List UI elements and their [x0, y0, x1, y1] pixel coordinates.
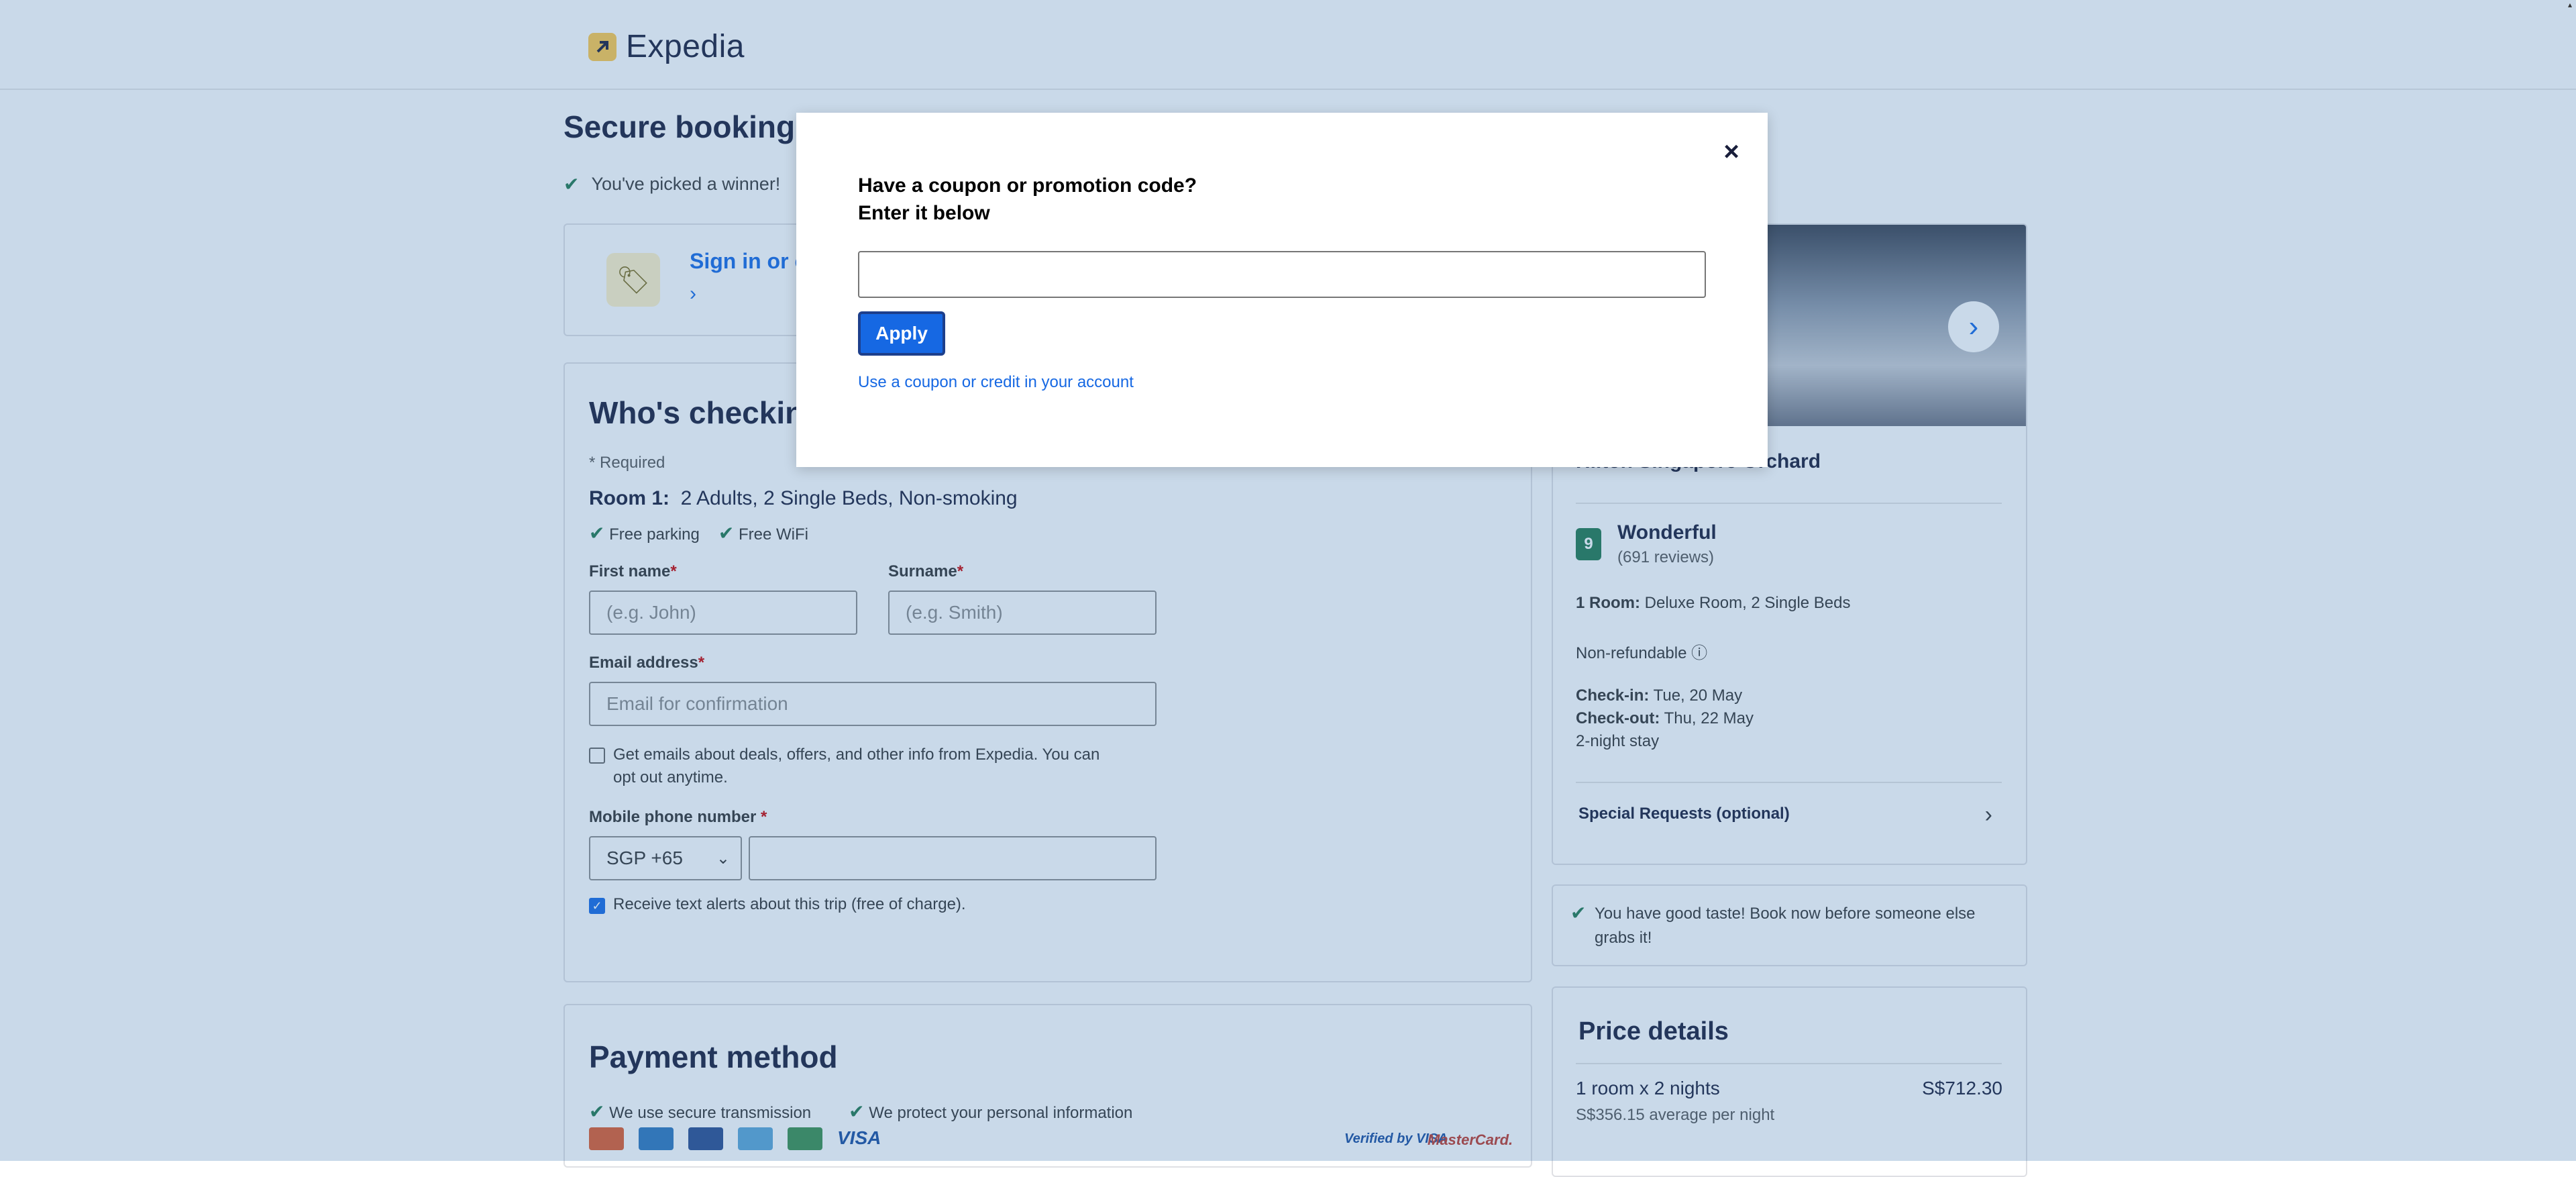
account-coupon-link[interactable]: Use a coupon or credit in your account: [858, 373, 1134, 392]
scrollbar-arrow-icon[interactable]: ▴: [2568, 0, 2576, 9]
dialog-heading: Have a coupon or promotion code? Enter i…: [858, 174, 1197, 224]
coupon-dialog: × Have a coupon or promotion code? Enter…: [796, 113, 1768, 467]
apply-button[interactable]: Apply: [858, 311, 945, 356]
coupon-code-input[interactable]: [858, 251, 1706, 298]
close-icon[interactable]: ×: [1717, 137, 1746, 166]
